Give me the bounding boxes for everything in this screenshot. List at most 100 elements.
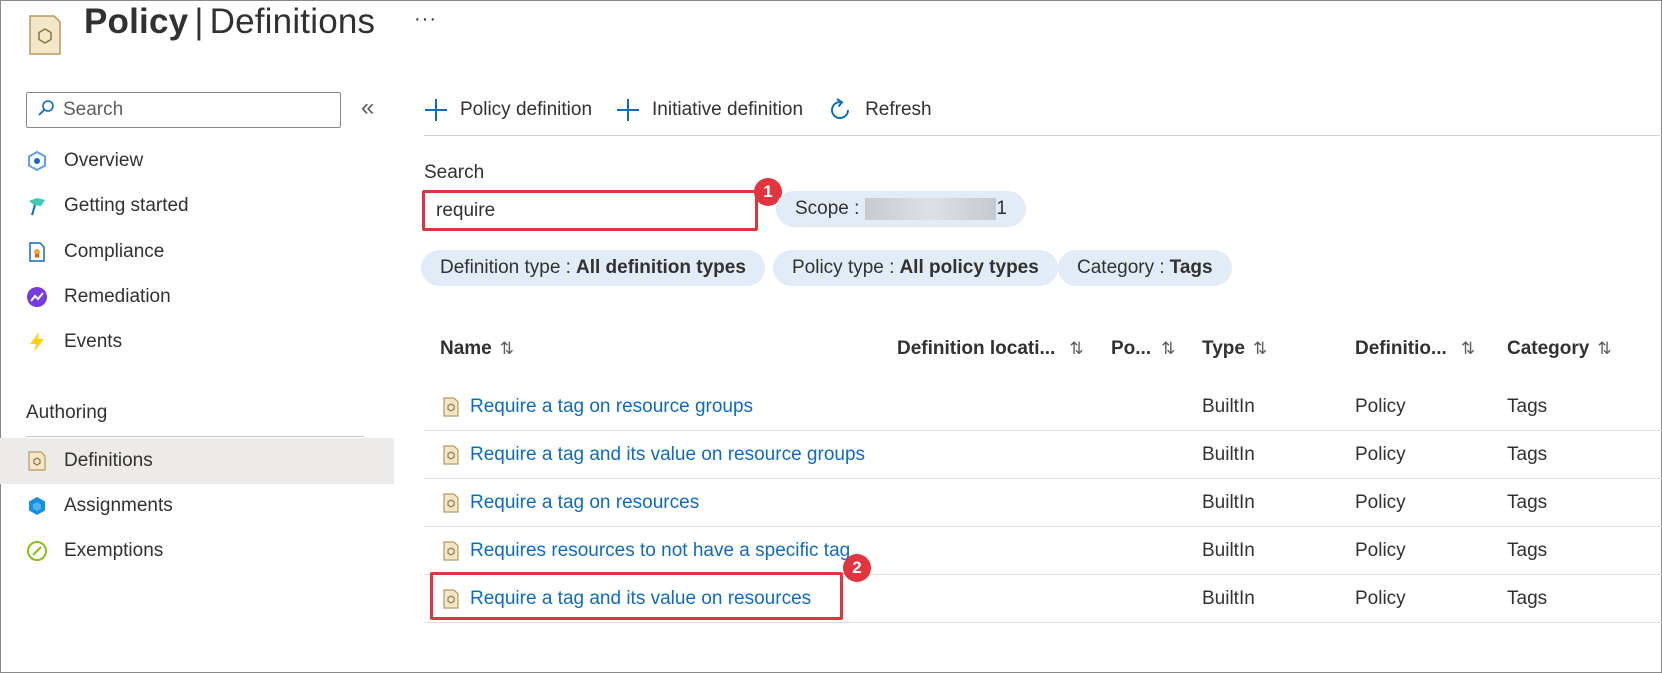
policy-name-link[interactable]: Requires resources to not have a specifi… [442, 527, 850, 575]
add-initiative-definition-label: Initiative definition [652, 99, 804, 120]
sort-icon: ⇅ [1597, 339, 1612, 358]
policy-name-text: Require a tag on resource groups [470, 396, 754, 417]
sidebar-item-assignments[interactable]: Assignments [0, 483, 394, 529]
remediation-icon [26, 286, 48, 308]
column-header-label: Type [1202, 338, 1245, 359]
search-filter-box[interactable] [424, 192, 756, 229]
sidebar-item-label: Definitions [64, 450, 153, 471]
policy-name-link[interactable]: Require a tag on resources [442, 479, 699, 527]
column-header-definition[interactable]: Definitio... ⇅ [1355, 338, 1475, 360]
redacted-scope-value [865, 198, 997, 220]
section-divider [26, 436, 364, 437]
policy-name-text: Require a tag and its value on resources [470, 588, 812, 609]
sidebar-section-authoring: Authoring [26, 402, 108, 423]
definition-cell: Policy [1355, 492, 1406, 513]
definition-type-filter-pill[interactable]: Definition type : All definition types [421, 250, 765, 286]
column-header-label: Category [1507, 338, 1590, 359]
getting-started-icon [26, 195, 48, 217]
add-initiative-definition-button[interactable]: Initiative definition [616, 98, 803, 122]
policy-definition-icon [442, 445, 460, 465]
add-policy-definition-button[interactable]: Policy definition [424, 98, 592, 122]
search-filter-input[interactable] [436, 199, 736, 222]
category-cell: Tags [1507, 396, 1548, 417]
policy-definition-icon [442, 541, 460, 561]
policy-name-link[interactable]: Require a tag and its value on resources [442, 575, 811, 623]
sidebar-item-overview[interactable]: Overview [0, 138, 394, 184]
table-row: Require a tag on resource groups BuiltIn… [424, 383, 1662, 431]
policy-definition-icon [442, 493, 460, 513]
type-cell: BuiltIn [1202, 396, 1255, 417]
scope-filter-pill[interactable]: Scope : 1 [776, 191, 1026, 227]
sidebar-item-label: Events [64, 331, 123, 352]
search-icon [37, 99, 55, 122]
definition-type-value: All definition types [575, 257, 746, 278]
overview-icon [26, 150, 48, 172]
page-title-separator: | [194, 2, 204, 41]
policy-definition-icon [442, 397, 460, 417]
category-cell: Tags [1507, 444, 1548, 465]
sidebar-item-label: Exemptions [64, 540, 164, 561]
column-header-definition-location[interactable]: Definition locati... ⇅ [897, 338, 1084, 360]
sidebar-item-events[interactable]: Events [0, 319, 394, 365]
compliance-icon [26, 241, 48, 263]
policy-definition-icon [26, 12, 64, 56]
category-cell: Tags [1507, 492, 1548, 513]
assignment-icon [26, 495, 48, 517]
command-bar: Policy definition Initiative definition … [424, 90, 956, 130]
sidebar-item-getting-started[interactable]: Getting started [0, 183, 394, 229]
sort-icon: ⇅ [499, 339, 514, 358]
policy-type-label: Policy type : [792, 257, 895, 278]
policy-type-filter-pill[interactable]: Policy type : All policy types [773, 250, 1058, 286]
policy-name-link[interactable]: Require a tag and its value on resource … [442, 431, 865, 479]
callout-badge-2: 2 [843, 554, 871, 582]
type-cell: BuiltIn [1202, 588, 1255, 609]
sidebar-item-label: Overview [64, 150, 144, 171]
sort-icon: ⇅ [1161, 339, 1176, 358]
definition-icon [26, 450, 48, 472]
policy-name-text: Require a tag and its value on resource … [470, 444, 866, 465]
sidebar-item-label: Assignments [64, 495, 173, 516]
table-row: Requires resources to not have a specifi… [424, 527, 1662, 575]
sidebar-item-remediation[interactable]: Remediation [0, 274, 394, 320]
sort-icon: ⇅ [1069, 339, 1084, 358]
policy-name-text: Require a tag on resources [470, 492, 700, 513]
toolbar-divider [424, 135, 1662, 136]
category-filter-pill[interactable]: Category : Tags [1058, 250, 1232, 286]
lightning-icon [26, 331, 48, 353]
column-header-policies[interactable]: Po... ⇅ [1111, 338, 1175, 360]
policy-definition-icon [442, 589, 460, 609]
scope-filter-suffix: 1 [996, 198, 1007, 219]
definition-cell: Policy [1355, 588, 1406, 609]
column-header-category[interactable]: Category ⇅ [1507, 338, 1612, 360]
sidebar-item-label: Compliance [64, 241, 165, 262]
refresh-button[interactable]: Refresh [827, 97, 932, 123]
search-label: Search [424, 162, 485, 183]
column-header-label: Definition locati... [897, 338, 1056, 359]
scope-filter-label: Scope : [795, 198, 860, 219]
sidebar-item-compliance[interactable]: Compliance [0, 229, 394, 275]
category-value: Tags [1169, 257, 1213, 278]
sort-icon: ⇅ [1460, 339, 1476, 358]
category-cell: Tags [1507, 540, 1548, 561]
plus-icon [616, 98, 640, 122]
refresh-label: Refresh [865, 99, 932, 120]
table-row: Require a tag and its value on resources… [424, 575, 1662, 623]
page-title-main: Policy [84, 2, 189, 41]
more-options-button[interactable]: ··· [414, 8, 437, 31]
policy-name-link[interactable]: Require a tag on resource groups [442, 383, 753, 431]
definition-cell: Policy [1355, 396, 1406, 417]
sidebar-search-input[interactable] [63, 99, 323, 121]
sort-icon: ⇅ [1252, 339, 1268, 358]
column-header-label: Po... [1111, 338, 1152, 359]
sidebar-search-box[interactable] [26, 92, 341, 128]
sidebar-item-definitions[interactable]: Definitions [0, 438, 394, 484]
table-row: Require a tag on resources BuiltIn Polic… [424, 479, 1662, 527]
collapse-sidebar-button[interactable]: « [361, 94, 374, 122]
policy-name-text: Requires resources to not have a specifi… [470, 540, 851, 561]
category-cell: Tags [1507, 588, 1548, 609]
column-header-name[interactable]: Name ⇅ [440, 338, 514, 360]
sidebar-item-exemptions[interactable]: Exemptions [0, 528, 394, 574]
definition-type-label: Definition type : [440, 257, 571, 278]
column-header-type[interactable]: Type ⇅ [1202, 338, 1267, 360]
category-label: Category : [1077, 257, 1165, 278]
